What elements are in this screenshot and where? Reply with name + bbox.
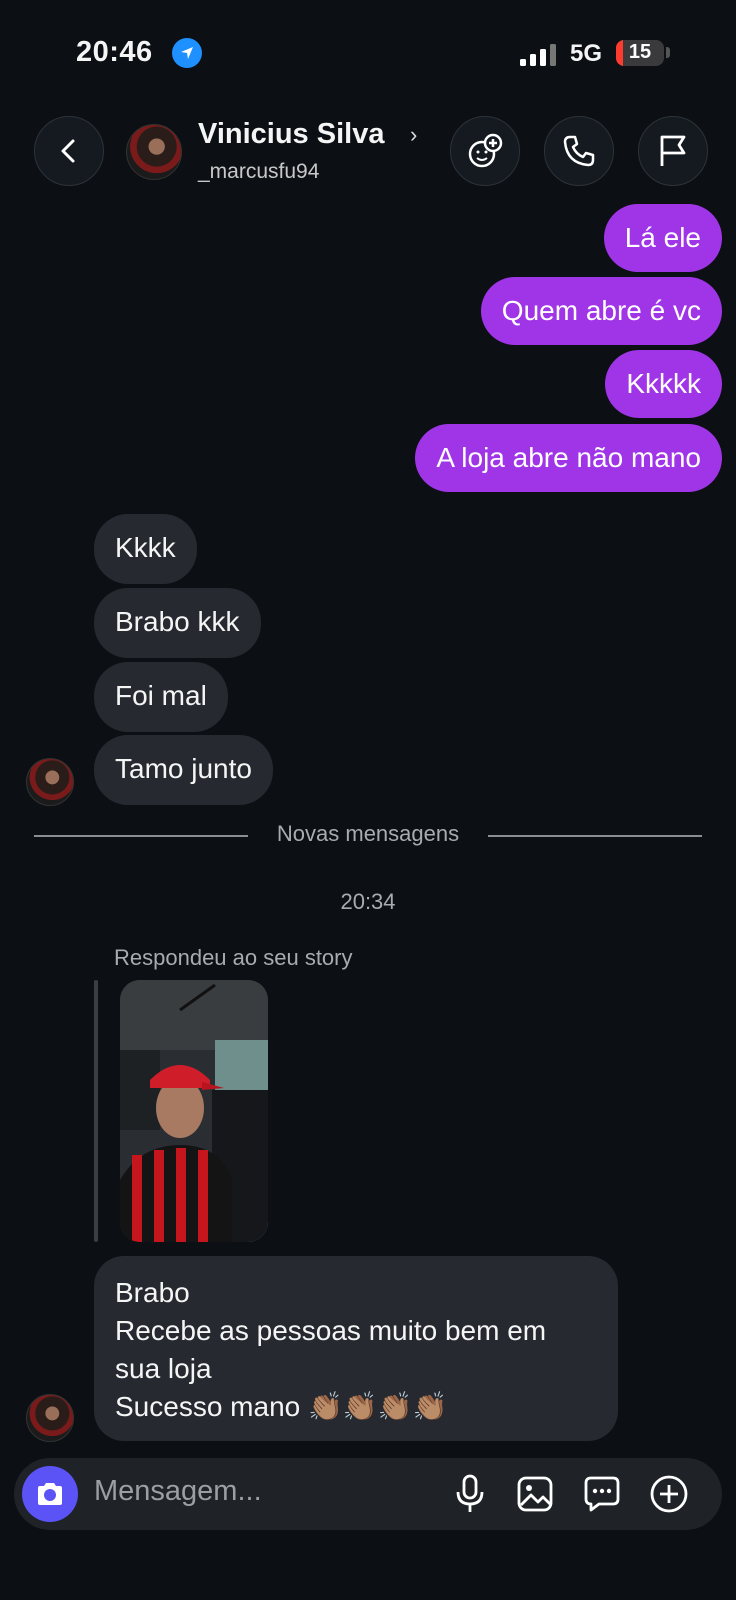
image-icon [517,1476,553,1512]
outgoing-message[interactable]: Kkkkk [605,350,722,418]
add-effect-icon [468,133,503,168]
voice-button[interactable] [448,1472,492,1516]
battery-icon: 15 [616,40,664,66]
incoming-message[interactable]: Tamo junto [94,735,273,805]
new-messages-divider: Novas mensagens [276,821,460,846]
sticker-icon [584,1476,620,1512]
location-arrow-icon [172,38,202,68]
incoming-message[interactable]: Foi mal [94,662,228,732]
message-line: sua loja [115,1353,212,1384]
signal-icon [520,44,556,66]
battery-tip [666,47,670,58]
gallery-button[interactable] [513,1472,557,1516]
outgoing-message[interactable]: Lá ele [603,204,722,272]
contact-name[interactable]: Vinicius Silva [198,118,384,151]
incoming-message[interactable]: Kkkk [94,514,197,584]
incoming-message[interactable]: Brabo kkk [94,588,261,658]
sender-avatar[interactable] [26,1394,74,1442]
back-icon [61,139,75,163]
network-type: 5G [570,40,603,67]
battery-percent: 15 [628,41,652,63]
report-button[interactable] [638,116,708,186]
phone-icon [563,135,595,167]
status-time: 20:46 [76,36,153,68]
message-input[interactable]: Mensagem... [94,1475,262,1508]
contact-username[interactable]: _marcusfu94 [198,160,319,184]
effects-button[interactable] [450,116,520,186]
add-icon [650,1475,688,1513]
call-button[interactable] [544,116,614,186]
message-line: Sucesso mano 👏🏽👏🏽👏🏽👏🏽 [115,1391,448,1422]
camera-button[interactable] [22,1466,78,1522]
reply-indicator-bar [94,980,98,1242]
chevron-right-icon[interactable]: › [410,122,417,148]
flag-icon [660,135,686,166]
contact-avatar[interactable] [126,124,182,180]
story-reply-message[interactable]: Brabo Recebe as pessoas muito bem em sua… [94,1256,618,1441]
story-photo [120,980,268,1242]
microphone-icon [456,1474,484,1512]
outgoing-message[interactable]: A loja abre não mano [415,424,722,492]
outgoing-message[interactable]: Quem abre é vc [480,277,722,345]
sender-avatar[interactable] [26,758,74,806]
camera-icon [38,1483,62,1505]
message-line: Brabo [115,1277,190,1308]
sticker-button[interactable] [580,1472,624,1516]
add-button[interactable] [647,1472,691,1516]
message-line: Recebe as pessoas muito bem em [115,1315,547,1346]
message-timestamp: 20:34 [340,889,396,914]
back-button[interactable] [34,116,104,186]
story-reply-label: Respondeu ao seu story [114,945,353,970]
story-thumbnail[interactable] [120,980,268,1242]
